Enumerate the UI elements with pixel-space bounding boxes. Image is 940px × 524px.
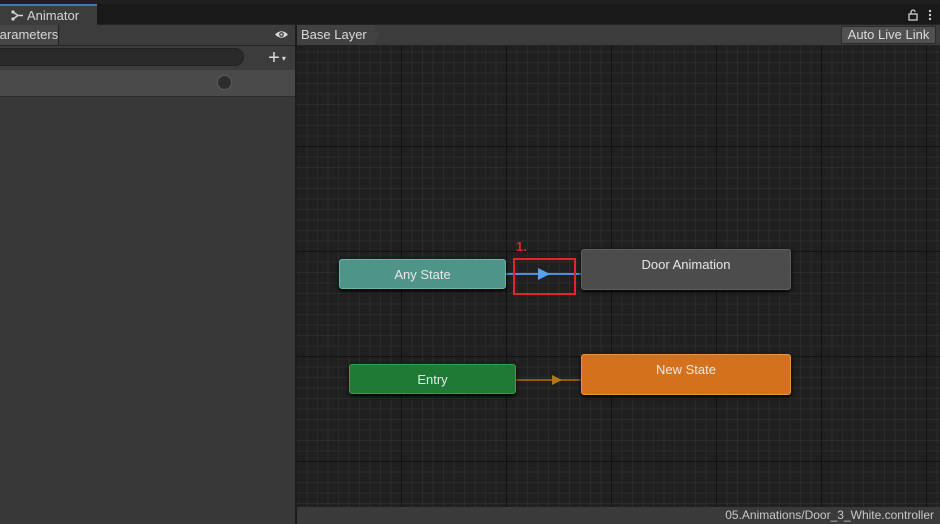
- state-machine-graph[interactable]: Any State Door Animation Entry New State…: [297, 46, 940, 507]
- breadcrumb-arrow: [372, 25, 380, 45]
- controller-path: 05.Animations/Door_3_White.controller: [725, 508, 934, 522]
- add-parameter-button[interactable]: + ▾: [262, 46, 292, 69]
- transition-entry-to-new-state[interactable]: [516, 373, 582, 387]
- animator-icon: [11, 10, 23, 21]
- node-entry-label: Entry: [417, 371, 448, 387]
- breadcrumb-base-layer[interactable]: Base Layer: [297, 25, 375, 45]
- tab-title: Animator: [27, 8, 80, 23]
- radio-toggle[interactable]: [217, 75, 232, 90]
- node-any-state-label: Any State: [394, 266, 451, 282]
- node-entry[interactable]: Entry: [349, 364, 516, 394]
- dropdown-caret-icon: ▾: [281, 53, 286, 63]
- graph-toolbar: Base Layer Auto Live Link: [297, 25, 940, 46]
- parameters-panel: Parameters + ▾: [0, 25, 295, 524]
- transition-arrow-icon: [552, 375, 562, 385]
- window-controls: [908, 7, 932, 22]
- parameters-toolbar: Parameters: [0, 25, 295, 46]
- node-new-state-label: New State: [656, 362, 716, 377]
- tab-parameters-label: Parameters: [0, 27, 59, 42]
- parameters-search-row: + ▾: [0, 46, 295, 70]
- tab-parameters[interactable]: Parameters: [0, 25, 59, 45]
- annotation-highlight-box: [513, 258, 576, 295]
- plus-icon: +: [268, 46, 280, 69]
- eye-icon[interactable]: [274, 29, 289, 40]
- node-door-animation-label: Door Animation: [641, 257, 731, 272]
- node-door-animation[interactable]: Door Animation: [581, 249, 791, 290]
- auto-live-link-button[interactable]: Auto Live Link: [841, 26, 936, 44]
- annotation-step-label: 1.: [516, 239, 527, 254]
- parameter-row[interactable]: [0, 70, 295, 97]
- node-new-state[interactable]: New State: [581, 354, 791, 395]
- window-tab-bar: Animator: [0, 4, 940, 25]
- node-any-state[interactable]: Any State: [339, 259, 506, 289]
- parameters-search-input[interactable]: [0, 48, 244, 66]
- breadcrumb-label: Base Layer: [301, 27, 367, 42]
- tab-animator[interactable]: Animator: [0, 4, 97, 25]
- lock-icon[interactable]: [908, 8, 918, 21]
- status-bar: 05.Animations/Door_3_White.controller: [297, 507, 940, 524]
- kebab-menu-icon[interactable]: [928, 9, 932, 21]
